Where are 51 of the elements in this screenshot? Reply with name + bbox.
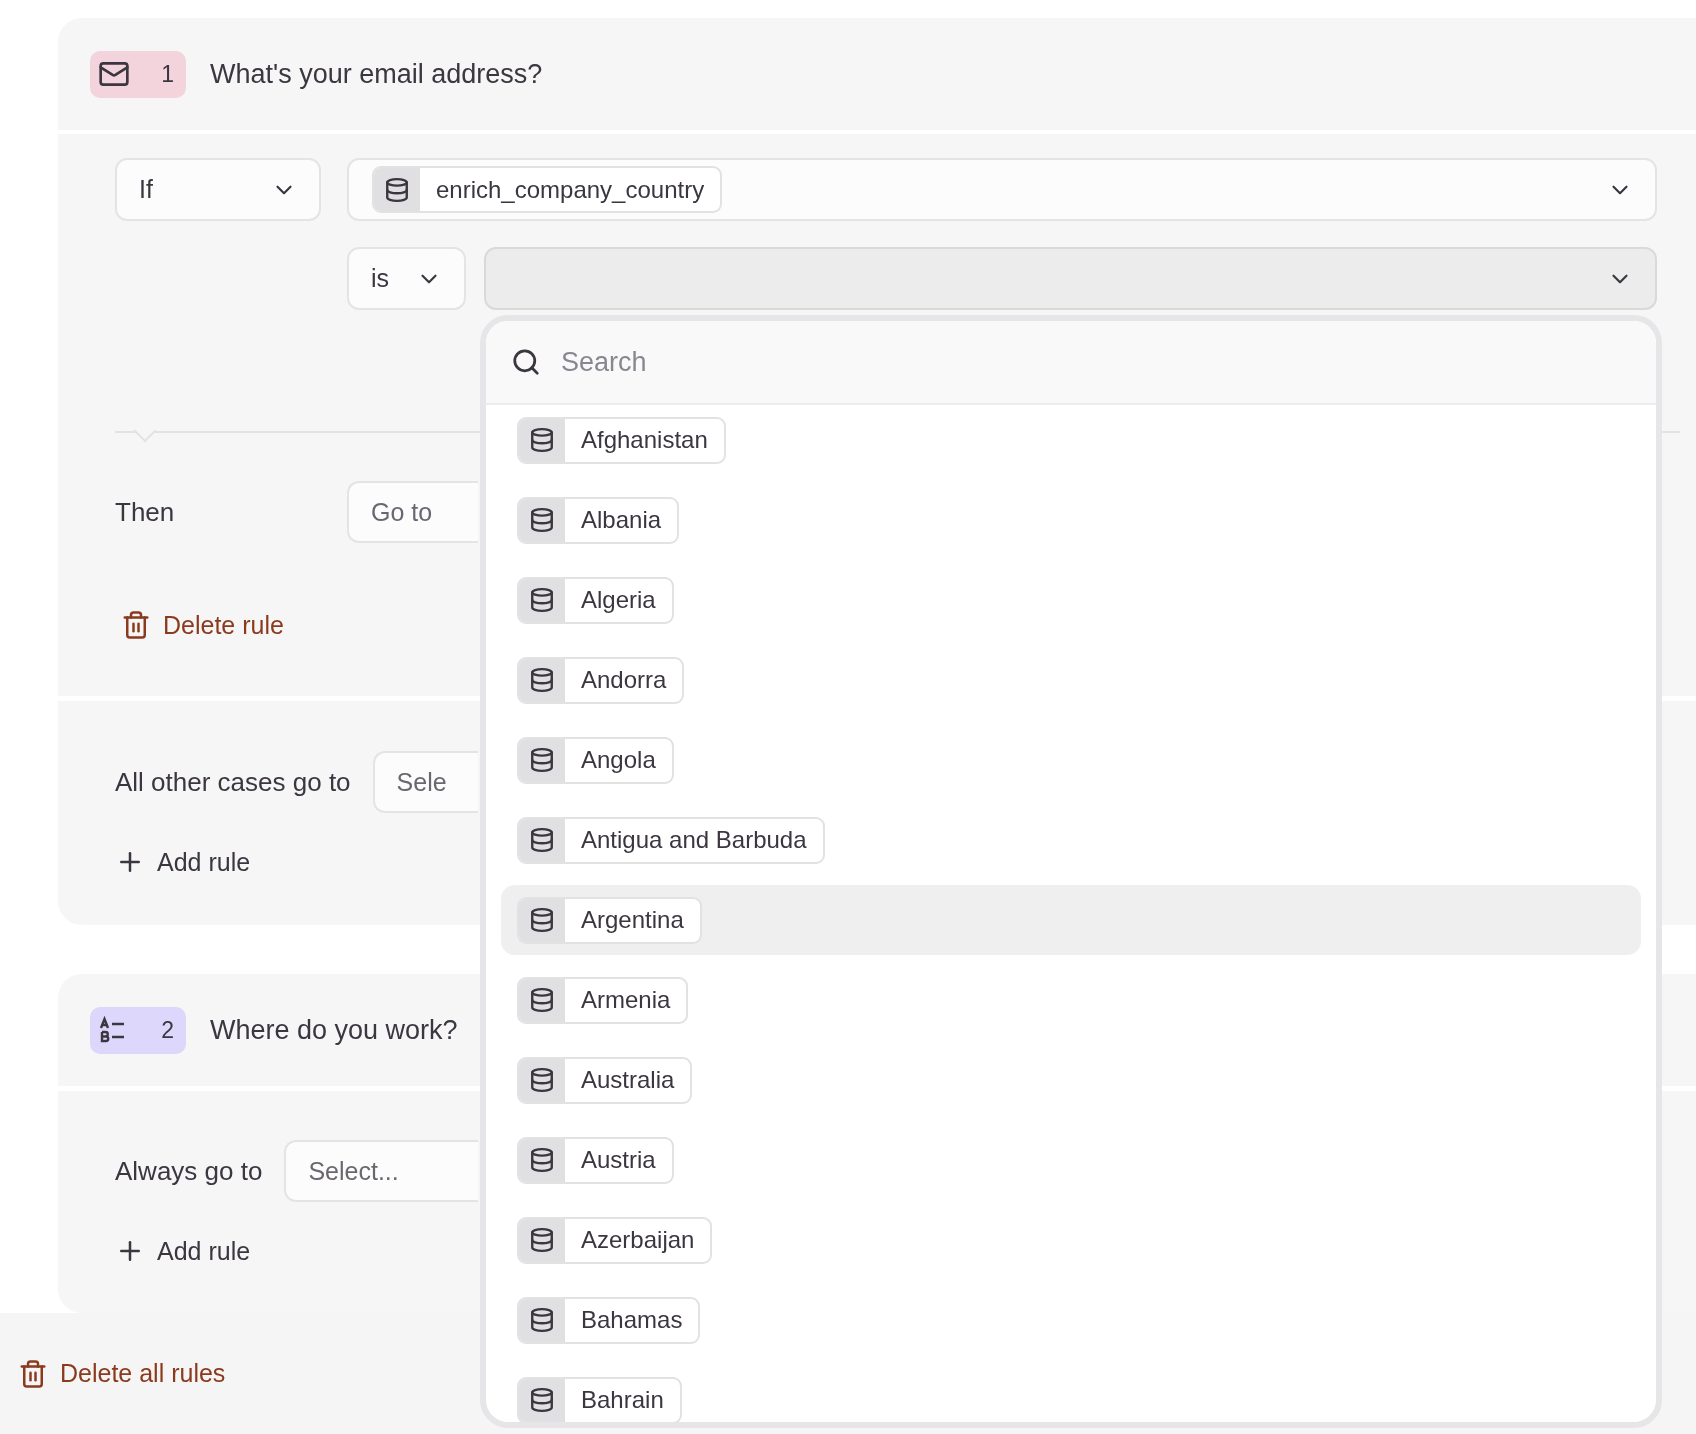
operator-select[interactable]: is: [347, 247, 466, 310]
country-option[interactable]: Argentina: [501, 885, 1641, 955]
condition-select[interactable]: If: [115, 158, 321, 221]
fallback-label: All other cases go to: [115, 766, 351, 798]
search-icon: [511, 347, 541, 377]
chip-label: Andorra: [580, 665, 668, 695]
trash-icon: [18, 1358, 48, 1389]
chip-label: Angola: [580, 745, 657, 775]
chip-label: Argentina: [580, 905, 685, 935]
database-icon: [529, 1227, 555, 1253]
chip-label: Azerbaijan: [580, 1225, 696, 1255]
then-label: Then: [115, 496, 176, 528]
add-rule-button[interactable]: Add rule: [115, 1236, 251, 1266]
fallback-label: Always go to: [115, 1155, 263, 1187]
database-icon: [529, 1147, 555, 1173]
chip-label: Bahrain: [580, 1385, 665, 1415]
destination-select[interactable]: Sele: [372, 751, 478, 813]
chip-label: Austria: [580, 1145, 657, 1175]
database-icon: [529, 907, 555, 933]
chip-label: Afghanistan: [580, 425, 709, 455]
question-number: 2: [161, 1016, 174, 1044]
chip-label: Australia: [580, 1065, 676, 1095]
chip-label: enrich_company_country: [435, 174, 706, 205]
destination-select[interactable]: Select...: [284, 1140, 478, 1202]
database-icon: [529, 747, 555, 773]
database-icon: [529, 507, 555, 533]
field-select[interactable]: enrich_company_country: [347, 158, 1657, 221]
action-select[interactable]: Go to: [347, 481, 478, 543]
database-icon: [529, 1307, 555, 1333]
database-icon: [384, 176, 410, 203]
database-icon: [529, 427, 555, 453]
database-icon: [529, 987, 555, 1013]
value-select[interactable]: [484, 247, 1657, 310]
database-icon: [529, 1067, 555, 1093]
database-icon: [529, 587, 555, 613]
delete-all-rules-button[interactable]: Delete all rules: [18, 1357, 226, 1390]
chip-label: Bahamas: [580, 1305, 684, 1335]
database-icon: [529, 827, 555, 853]
search-field[interactable]: Search: [559, 345, 959, 379]
database-icon: [529, 667, 555, 693]
question-title: What's your email address?: [210, 58, 543, 90]
chip-label: Algeria: [580, 585, 657, 615]
chip-label: Antigua and Barbuda: [580, 825, 808, 855]
database-icon: [529, 1387, 555, 1413]
question-title: Where do you work?: [210, 1014, 458, 1046]
question-number: 1: [161, 60, 174, 88]
chip-label: Armenia: [580, 985, 672, 1015]
trash-icon: [121, 610, 151, 640]
delete-rule-button[interactable]: Delete rule: [121, 609, 284, 641]
chip-label: Albania: [580, 505, 663, 535]
add-rule-button[interactable]: Add rule: [115, 847, 251, 877]
